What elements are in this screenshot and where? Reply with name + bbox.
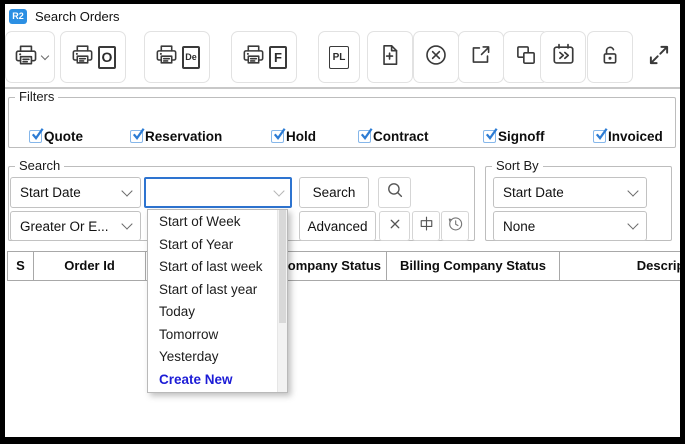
dropdown-item[interactable]: Tomorrow <box>148 324 287 347</box>
document-de-icon: De <box>182 46 200 69</box>
search-value-input[interactable] <box>153 185 275 200</box>
expand-button[interactable] <box>639 31 679 83</box>
unlock-icon <box>597 42 623 73</box>
printer-icon <box>241 42 266 72</box>
chevron-down-icon <box>40 52 48 60</box>
printer-icon <box>70 42 95 72</box>
filter-invoiced-checkbox[interactable]: Invoiced <box>593 129 663 144</box>
duplicate-icon <box>513 42 539 73</box>
calendar-forward-icon <box>550 41 577 73</box>
checkbox-check-icon <box>483 130 496 143</box>
chevron-down-icon <box>121 185 132 196</box>
toolbar-divider <box>5 87 680 89</box>
dropdown-item[interactable]: Today <box>148 301 287 324</box>
quick-search-button[interactable] <box>378 177 411 208</box>
r2-logo-icon: R2 <box>9 9 27 24</box>
sort-secondary-select[interactable]: None <box>493 211 647 241</box>
search-label: Search <box>15 158 64 173</box>
new-order-button[interactable] <box>367 31 413 83</box>
chevron-down-icon <box>627 218 638 229</box>
column-header-description[interactable]: Description <box>560 252 680 280</box>
search-operator-select[interactable]: Greater Or E... <box>10 211 141 241</box>
print-detail-button[interactable]: De <box>144 31 210 83</box>
mirror-icon <box>416 213 437 239</box>
window-title: Search Orders <box>35 9 120 24</box>
pick-list-icon: PL <box>329 46 349 69</box>
dropdown-scrollbar[interactable] <box>277 210 287 392</box>
printer-icon <box>154 42 179 72</box>
unlock-button[interactable] <box>587 31 633 83</box>
filters-label: Filters <box>15 89 58 104</box>
advanced-button[interactable]: Advanced <box>299 211 376 241</box>
cancel-icon <box>423 42 449 73</box>
chevron-down-icon <box>121 218 132 229</box>
orders-table-header: S Order Id Company Status Billing Compan… <box>7 251 680 281</box>
search-button[interactable]: Search <box>299 177 369 208</box>
sort-by-label: Sort By <box>492 158 543 173</box>
column-header-billing-company-status[interactable]: Billing Company Status <box>387 252 560 280</box>
pick-list-button[interactable]: PL <box>318 31 360 83</box>
chevron-down-icon[interactable] <box>273 185 284 196</box>
document-o-icon: O <box>98 46 116 69</box>
dropdown-scrollbar-thumb[interactable] <box>279 210 286 323</box>
search-history-button[interactable] <box>441 211 469 241</box>
filter-signoff-checkbox[interactable]: Signoff <box>483 129 545 144</box>
history-icon <box>445 213 466 239</box>
checkbox-check-icon <box>29 130 42 143</box>
dropdown-item[interactable]: Start of Year <box>148 234 287 257</box>
dropdown-item[interactable]: Start of Week <box>148 211 287 234</box>
checkbox-check-icon <box>130 130 143 143</box>
search-icon <box>384 179 406 206</box>
date-preset-dropdown: Start of Week Start of Year Start of las… <box>147 209 288 393</box>
new-document-icon <box>377 42 403 73</box>
search-value-combobox[interactable] <box>144 177 292 208</box>
checkbox-check-icon <box>358 130 371 143</box>
title-bar[interactable]: R2 Search Orders <box>5 4 680 28</box>
printer-icon <box>13 42 39 73</box>
filter-reservation-checkbox[interactable]: Reservation <box>130 129 222 144</box>
filter-hold-checkbox[interactable]: Hold <box>271 129 316 144</box>
print-form-button[interactable]: F <box>231 31 297 83</box>
expand-icon <box>646 42 672 73</box>
clear-search-button[interactable] <box>379 211 410 241</box>
checkbox-check-icon <box>271 130 284 143</box>
filters-groupbox: Filters Quote Reservation Hold Contract … <box>8 97 676 148</box>
sort-primary-select[interactable]: Start Date <box>493 177 647 208</box>
cancel-order-button[interactable] <box>413 31 459 83</box>
column-header-order-id[interactable]: Order Id <box>34 252 146 280</box>
print-button[interactable] <box>5 31 55 83</box>
search-orders-window: R2 Search Orders O De F PL <box>0 0 685 444</box>
mirror-view-button[interactable] <box>412 211 440 241</box>
open-external-button[interactable] <box>458 31 504 83</box>
column-header-s[interactable]: S <box>8 252 34 280</box>
open-external-icon <box>468 42 494 73</box>
checkbox-check-icon <box>593 130 606 143</box>
extend-schedule-button[interactable] <box>540 31 586 83</box>
dropdown-item[interactable]: Yesterday <box>148 346 287 369</box>
dropdown-item[interactable]: Start of last year <box>148 279 287 302</box>
filter-contract-checkbox[interactable]: Contract <box>358 129 429 144</box>
dropdown-item-create-new[interactable]: Create New <box>148 369 287 392</box>
document-f-icon: F <box>269 46 287 69</box>
dropdown-item[interactable]: Start of last week <box>148 256 287 279</box>
search-field-select[interactable]: Start Date <box>10 177 141 208</box>
clear-icon <box>385 214 405 239</box>
filter-quote-checkbox[interactable]: Quote <box>29 129 83 144</box>
chevron-down-icon <box>627 185 638 196</box>
print-order-button[interactable]: O <box>60 31 126 83</box>
